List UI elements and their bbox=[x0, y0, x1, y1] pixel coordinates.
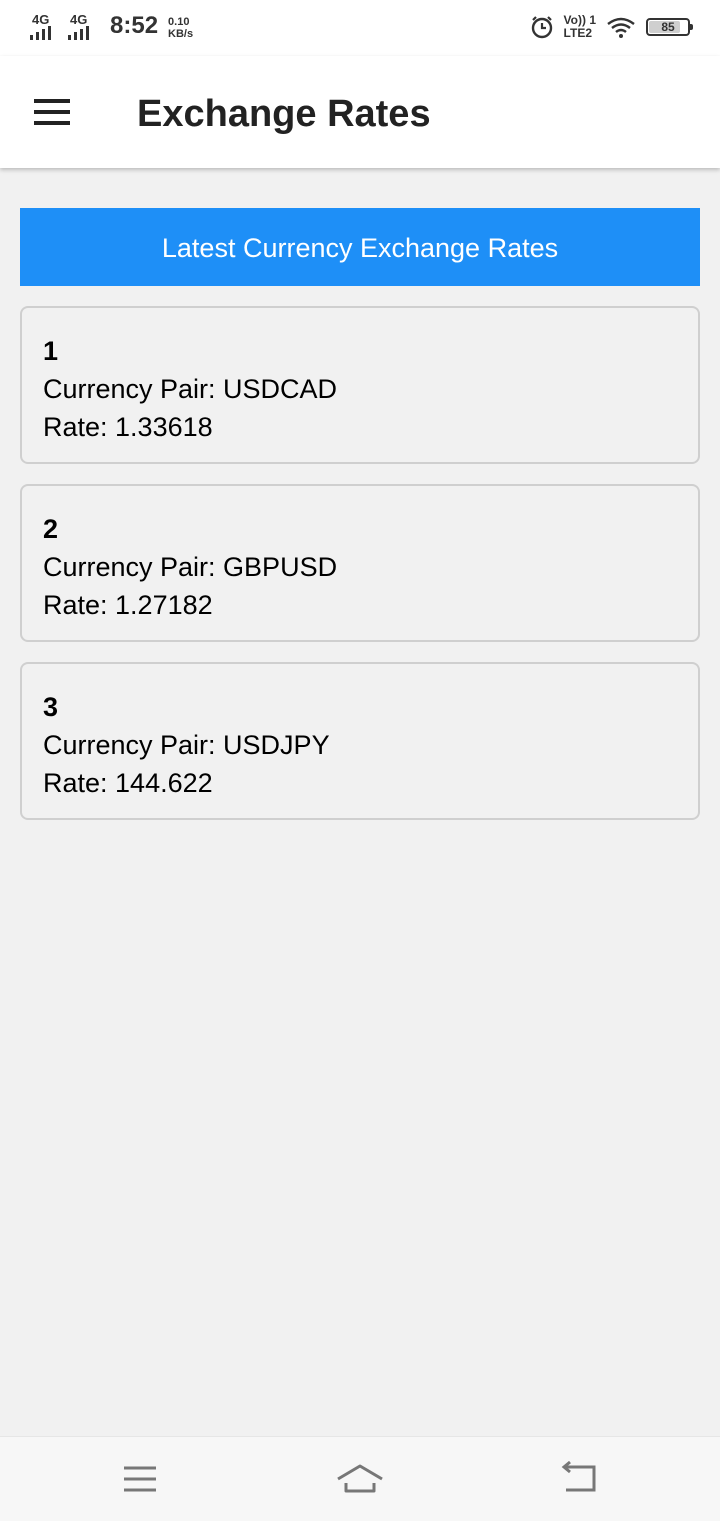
rate-card[interactable]: 2 Currency Pair: GBPUSD Rate: 1.27182 bbox=[20, 484, 700, 642]
speed-value: 0.10 bbox=[168, 16, 190, 28]
rate-index: 1 bbox=[43, 336, 59, 366]
status-bar: 4G 4G 8:52 0.10 KB/s Vo)) 1 LTE2 85 bbox=[0, 0, 720, 56]
rate-value: Rate: 1.33618 bbox=[43, 412, 213, 442]
hamburger-icon[interactable] bbox=[28, 88, 76, 136]
home-icon bbox=[337, 1464, 383, 1493]
back-icon bbox=[561, 1460, 596, 1492]
home-button[interactable] bbox=[336, 1457, 384, 1501]
status-time: 8:52 bbox=[110, 12, 159, 39]
currency-pair: Currency Pair: USDCAD bbox=[43, 374, 338, 404]
rate-card[interactable]: 1 Currency Pair: USDCAD Rate: 1.33618 bbox=[20, 306, 700, 464]
status-bar-right: Vo)) 1 LTE2 85 bbox=[530, 14, 693, 40]
rate-index: 2 bbox=[43, 514, 59, 544]
rates-header-banner: Latest Currency Exchange Rates bbox=[20, 208, 700, 286]
page-title: Exchange Rates bbox=[137, 93, 431, 135]
currency-pair: Currency Pair: GBPUSD bbox=[43, 552, 338, 582]
recents-button[interactable] bbox=[116, 1457, 164, 1501]
alarm-icon bbox=[531, 16, 552, 39]
signal-2: 4G bbox=[68, 12, 98, 40]
volte-indicator: Vo)) 1 LTE2 bbox=[564, 14, 596, 40]
rate-value: Rate: 144.622 bbox=[43, 768, 213, 798]
currency-pair: Currency Pair: USDJPY bbox=[43, 730, 330, 760]
speed-unit: KB/s bbox=[168, 28, 194, 40]
main-content: Latest Currency Exchange Rates 1 Currenc… bbox=[20, 208, 700, 820]
status-bar-left: 4G 4G 8:52 0.10 KB/s bbox=[30, 12, 193, 40]
system-nav-bar bbox=[0, 1436, 720, 1521]
network-speed: 0.10 KB/s bbox=[168, 16, 193, 40]
recents-menu-icon bbox=[124, 1466, 156, 1492]
signal-1: 4G bbox=[30, 12, 60, 40]
wifi-icon bbox=[607, 17, 635, 38]
battery-percent: 85 bbox=[661, 20, 675, 34]
app-bar: Exchange Rates bbox=[0, 56, 720, 168]
rate-value: Rate: 1.27182 bbox=[43, 590, 213, 620]
network-type-2: 4G bbox=[70, 12, 88, 27]
back-button[interactable] bbox=[556, 1457, 604, 1501]
network-type-1: 4G bbox=[32, 12, 50, 27]
battery-icon: 85 bbox=[646, 18, 693, 36]
rate-card[interactable]: 3 Currency Pair: USDJPY Rate: 144.622 bbox=[20, 662, 700, 820]
signal-bars-icon bbox=[30, 26, 51, 40]
volte-bottom: LTE2 bbox=[563, 26, 592, 40]
signal-bars-icon bbox=[68, 26, 89, 40]
rate-index: 3 bbox=[43, 692, 59, 722]
